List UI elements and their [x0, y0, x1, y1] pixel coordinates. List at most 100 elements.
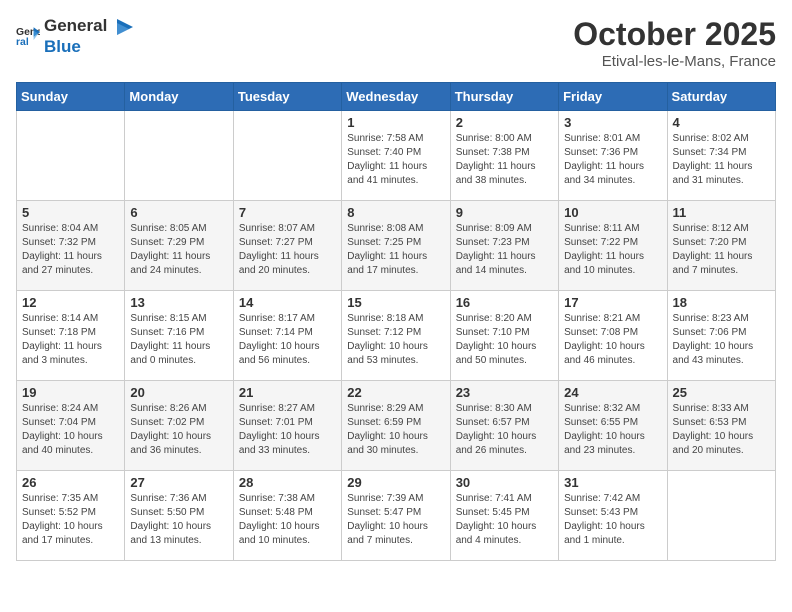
day-info: Sunrise: 8:11 AMSunset: 7:22 PMDaylight:…	[564, 222, 661, 278]
day-info: Sunrise: 8:14 AMSunset: 7:18 PMDaylight:…	[22, 312, 119, 368]
calendar-cell: 22 Sunrise: 8:29 AMSunset: 6:59 PMDayligh…	[342, 381, 450, 471]
calendar-cell: 13Sunrise: 8:15 AMSunset: 7:16 PMDayligh…	[125, 291, 233, 381]
day-info: Sunrise: 8:20 AMSunset: 7:10 PMDaylight:…	[456, 312, 553, 368]
calendar-cell: 25 Sunrise: 8:33 AMSunset: 6:53 PMDayligh…	[667, 381, 775, 471]
day-info: Sunrise: 7:41 AMSunset: 5:45 PMDaylight:…	[456, 492, 553, 548]
day-number: 20	[130, 385, 227, 400]
calendar-cell: 15 Sunrise: 8:18 AMSunset: 7:12 PMDayligh…	[342, 291, 450, 381]
day-info: Sunrise: 8:21 AMSunset: 7:08 PMDaylight:…	[564, 312, 661, 368]
calendar-cell: 4Sunrise: 8:02 AMSunset: 7:34 PMDaylight…	[667, 111, 775, 201]
day-info: Sunrise: 8:29 AMSunset: 6:59 PMDaylight:…	[347, 402, 444, 458]
day-number: 26	[22, 475, 119, 490]
calendar-week-row: 1 Sunrise: 7:58 AMSunset: 7:40 PMDaylight…	[17, 111, 776, 201]
calendar-cell: 12Sunrise: 8:14 AMSunset: 7:18 PMDayligh…	[17, 291, 125, 381]
calendar-cell: 24 Sunrise: 8:32 AMSunset: 6:55 PMDayligh…	[559, 381, 667, 471]
logo: Gene ral General Blue	[16, 16, 135, 57]
day-number: 15	[347, 295, 444, 310]
calendar-cell: 26 Sunrise: 7:35 AMSunset: 5:52 PMDayligh…	[17, 471, 125, 561]
svg-text:ral: ral	[16, 37, 29, 48]
day-info: Sunrise: 8:07 AMSunset: 7:27 PMDaylight:…	[239, 222, 336, 278]
day-info: Sunrise: 8:17 AMSunset: 7:14 PMDaylight:…	[239, 312, 336, 368]
day-info: Sunrise: 8:01 AMSunset: 7:36 PMDaylight:…	[564, 132, 661, 188]
day-info: Sunrise: 7:38 AMSunset: 5:48 PMDaylight:…	[239, 492, 336, 548]
day-number: 21	[239, 385, 336, 400]
day-number: 31	[564, 475, 661, 490]
title-block: October 2025 Etival-les-le-Mans, France	[573, 16, 776, 70]
calendar-cell: 14 Sunrise: 8:17 AMSunset: 7:14 PMDayligh…	[233, 291, 341, 381]
calendar-cell: 16 Sunrise: 8:20 AMSunset: 7:10 PMDayligh…	[450, 291, 558, 381]
logo-arrow-icon	[113, 16, 135, 38]
day-info: Sunrise: 8:33 AMSunset: 6:53 PMDaylight:…	[673, 402, 770, 458]
month-title: October 2025	[573, 16, 776, 53]
calendar-cell: 28 Sunrise: 7:38 AMSunset: 5:48 PMDayligh…	[233, 471, 341, 561]
calendar-cell: 8Sunrise: 8:08 AMSunset: 7:25 PMDaylight…	[342, 201, 450, 291]
day-number: 5	[22, 205, 119, 220]
calendar-week-row: 19 Sunrise: 8:24 AMSunset: 7:04 PMDayligh…	[17, 381, 776, 471]
location-title: Etival-les-le-Mans, France	[573, 53, 776, 70]
day-info: Sunrise: 8:24 AMSunset: 7:04 PMDaylight:…	[22, 402, 119, 458]
weekday-header-thursday: Thursday	[450, 83, 558, 111]
day-info: Sunrise: 7:58 AMSunset: 7:40 PMDaylight:…	[347, 132, 444, 188]
calendar-cell: 3 Sunrise: 8:01 AMSunset: 7:36 PMDaylight…	[559, 111, 667, 201]
calendar-week-row: 5 Sunrise: 8:04 AMSunset: 7:32 PMDaylight…	[17, 201, 776, 291]
day-number: 25	[673, 385, 770, 400]
logo-general-text: Gene	[44, 16, 87, 35]
day-info: Sunrise: 8:04 AMSunset: 7:32 PMDaylight:…	[22, 222, 119, 278]
day-info: Sunrise: 8:26 AMSunset: 7:02 PMDaylight:…	[130, 402, 227, 458]
day-info: Sunrise: 8:08 AMSunset: 7:25 PMDaylight:…	[347, 222, 444, 278]
day-number: 28	[239, 475, 336, 490]
calendar-cell: 5 Sunrise: 8:04 AMSunset: 7:32 PMDaylight…	[17, 201, 125, 291]
calendar-cell: 27Sunrise: 7:36 AMSunset: 5:50 PMDayligh…	[125, 471, 233, 561]
calendar-cell: 21Sunrise: 8:27 AMSunset: 7:01 PMDayligh…	[233, 381, 341, 471]
calendar-week-row: 12Sunrise: 8:14 AMSunset: 7:18 PMDayligh…	[17, 291, 776, 381]
day-number: 24	[564, 385, 661, 400]
day-info: Sunrise: 7:35 AMSunset: 5:52 PMDaylight:…	[22, 492, 119, 548]
day-number: 18	[673, 295, 770, 310]
day-number: 14	[239, 295, 336, 310]
calendar-week-row: 26 Sunrise: 7:35 AMSunset: 5:52 PMDayligh…	[17, 471, 776, 561]
calendar-cell: 20 Sunrise: 8:26 AMSunset: 7:02 PMDayligh…	[125, 381, 233, 471]
calendar-cell	[667, 471, 775, 561]
day-number: 27	[130, 475, 227, 490]
day-info: Sunrise: 8:32 AMSunset: 6:55 PMDaylight:…	[564, 402, 661, 458]
calendar-cell	[233, 111, 341, 201]
day-number: 16	[456, 295, 553, 310]
day-number: 11	[673, 205, 770, 220]
calendar-cell: 18 Sunrise: 8:23 AMSunset: 7:06 PMDayligh…	[667, 291, 775, 381]
day-info: Sunrise: 8:09 AMSunset: 7:23 PMDaylight:…	[456, 222, 553, 278]
calendar-table: SundayMondayTuesdayWednesdayThursdayFrid…	[16, 82, 776, 561]
day-number: 1	[347, 115, 444, 130]
weekday-header-tuesday: Tuesday	[233, 83, 341, 111]
day-number: 23	[456, 385, 553, 400]
calendar-cell: 31Sunrise: 7:42 AMSunset: 5:43 PMDayligh…	[559, 471, 667, 561]
calendar-cell: 17 Sunrise: 8:21 AMSunset: 7:08 PMDayligh…	[559, 291, 667, 381]
weekday-header-sunday: Sunday	[17, 83, 125, 111]
day-info: Sunrise: 8:30 AMSunset: 6:57 PMDaylight:…	[456, 402, 553, 458]
calendar-cell	[125, 111, 233, 201]
day-info: Sunrise: 7:39 AMSunset: 5:47 PMDaylight:…	[347, 492, 444, 548]
calendar-cell	[17, 111, 125, 201]
calendar-cell: 10 Sunrise: 8:11 AMSunset: 7:22 PMDayligh…	[559, 201, 667, 291]
day-number: 10	[564, 205, 661, 220]
calendar-cell: 1 Sunrise: 7:58 AMSunset: 7:40 PMDaylight…	[342, 111, 450, 201]
weekday-header-monday: Monday	[125, 83, 233, 111]
day-number: 3	[564, 115, 661, 130]
day-info: Sunrise: 8:23 AMSunset: 7:06 PMDaylight:…	[673, 312, 770, 368]
weekday-header-friday: Friday	[559, 83, 667, 111]
day-info: Sunrise: 8:05 AMSunset: 7:29 PMDaylight:…	[130, 222, 227, 278]
logo-ral-text: ral	[87, 16, 108, 35]
logo-icon: Gene ral	[16, 24, 40, 48]
calendar-cell: 9Sunrise: 8:09 AMSunset: 7:23 PMDaylight…	[450, 201, 558, 291]
day-number: 22	[347, 385, 444, 400]
logo-blue-text: Blue	[44, 37, 81, 56]
day-number: 17	[564, 295, 661, 310]
day-info: Sunrise: 8:18 AMSunset: 7:12 PMDaylight:…	[347, 312, 444, 368]
weekday-header-row: SundayMondayTuesdayWednesdayThursdayFrid…	[17, 83, 776, 111]
day-info: Sunrise: 8:00 AMSunset: 7:38 PMDaylight:…	[456, 132, 553, 188]
day-number: 29	[347, 475, 444, 490]
calendar-cell: 23 Sunrise: 8:30 AMSunset: 6:57 PMDayligh…	[450, 381, 558, 471]
calendar-cell: 19 Sunrise: 8:24 AMSunset: 7:04 PMDayligh…	[17, 381, 125, 471]
calendar-cell: 11Sunrise: 8:12 AMSunset: 7:20 PMDayligh…	[667, 201, 775, 291]
calendar-cell: 30Sunrise: 7:41 AMSunset: 5:45 PMDayligh…	[450, 471, 558, 561]
day-number: 19	[22, 385, 119, 400]
